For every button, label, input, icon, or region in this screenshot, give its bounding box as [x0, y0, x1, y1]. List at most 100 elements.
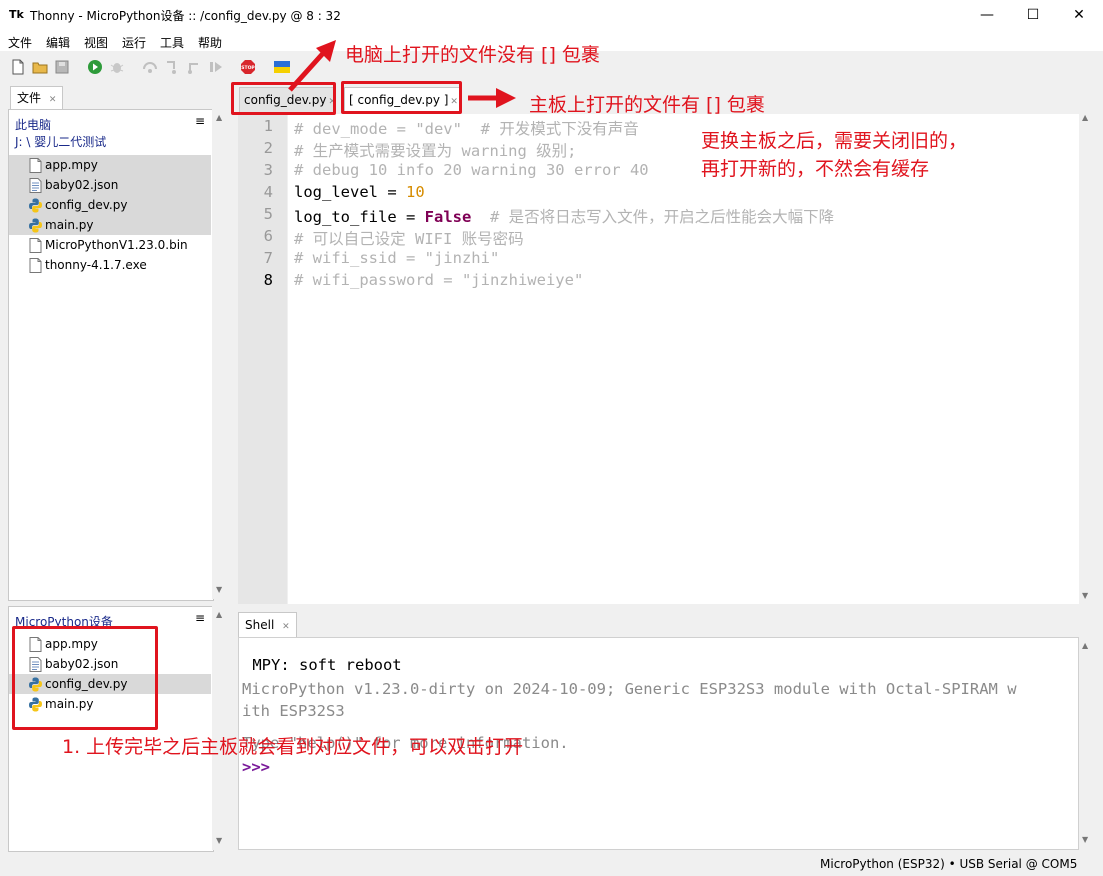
tab-files-label: 文件 [17, 91, 42, 105]
code-token: False [424, 208, 472, 226]
file-row[interactable]: MicroPythonV1.23.0.bin [9, 235, 211, 255]
menu-edit[interactable]: 编辑 [46, 34, 70, 51]
file-name: thonny-4.1.7.exe [45, 258, 147, 272]
file-row[interactable]: baby02.json [9, 175, 211, 195]
code-token: # 生产模式需要设置为 warning 级别; [294, 142, 577, 160]
code-line: log_to_file = False # 是否将日志写入文件，开启之后性能会大… [294, 205, 834, 227]
code-token: log_to_file = [294, 208, 425, 226]
scroll-up-icon[interactable]: ▲ [216, 113, 222, 122]
code-line: # wifi_ssid = "jinzhi" [294, 249, 499, 267]
menu-file[interactable]: 文件 [8, 34, 32, 51]
step-over-icon[interactable] [142, 59, 158, 75]
file-row[interactable]: thonny-4.1.7.exe [9, 255, 211, 275]
shell-scrollbar[interactable]: ▲ ▼ [1079, 637, 1095, 850]
panel-menu-icon[interactable]: ≡ [195, 611, 205, 625]
python-file-icon [29, 198, 42, 213]
scroll-down-icon[interactable]: ▼ [1082, 591, 1088, 600]
line-number: 3 [263, 161, 273, 179]
code-token: # dev_mode = "dev" # 开发模式下没有声音 [294, 120, 639, 138]
tab-shell[interactable]: Shell ✕ [238, 612, 297, 637]
close-button[interactable]: ✕ [1056, 0, 1102, 31]
shell-output-line: MicroPython v1.23.0-dirty on 2024-10-09;… [242, 680, 1017, 698]
title-bar: Tk Thonny - MicroPython设备 :: /config_dev… [0, 0, 1103, 31]
json-file-icon [29, 178, 42, 193]
code-token: # wifi_password = "jinzhiweiye" [294, 271, 584, 289]
file-row[interactable]: config_dev.py [9, 195, 211, 215]
shell-prompt: >>> [242, 758, 270, 776]
file-icon [29, 258, 42, 273]
tab-files[interactable]: 文件 ✕ [10, 86, 64, 109]
editor-scrollbar[interactable]: ▲ ▼ [1079, 109, 1095, 604]
open-folder-icon[interactable] [32, 59, 48, 75]
file-icon [29, 238, 42, 253]
scroll-down-icon[interactable]: ▼ [1082, 835, 1088, 844]
line-number: 8 [263, 271, 273, 289]
local-path-breadcrumb[interactable]: J: \ 婴儿二代测试 [15, 133, 106, 150]
menu-tools[interactable]: 工具 [160, 34, 184, 51]
code-line: # dev_mode = "dev" # 开发模式下没有声音 [294, 117, 639, 139]
annotation-board-note: 主板上打开的文件有 [] 包裹 [529, 94, 765, 116]
annotation-box-device-tab [341, 81, 462, 114]
scroll-down-icon[interactable]: ▼ [216, 836, 222, 845]
maximize-button[interactable]: ☐ [1010, 0, 1056, 31]
step-out-icon[interactable] [186, 59, 202, 75]
resume-icon[interactable] [208, 59, 224, 75]
interpreter-status[interactable]: MicroPython (ESP32) • USB Serial @ COM5 [820, 857, 1077, 871]
line-number: 2 [263, 139, 273, 157]
close-tab-icon[interactable]: ✕ [49, 95, 57, 105]
code-line: log_level = 10 [294, 183, 425, 201]
python-file-icon [29, 218, 42, 233]
file-name: baby02.json [45, 178, 119, 192]
svg-text:STOP: STOP [241, 65, 255, 71]
step-into-icon[interactable] [164, 59, 180, 75]
local-location-link[interactable]: 此电脑 [15, 116, 51, 133]
scroll-up-icon[interactable]: ▲ [1082, 113, 1088, 122]
save-icon[interactable] [54, 59, 70, 75]
annotation-upload-note: 1. 上传完毕之后主板就会看到对应文件，可以双击打开 [62, 736, 524, 758]
code-line: # wifi_password = "jinzhiweiye" [294, 271, 583, 289]
local-file-browser: 此电脑 ≡ J: \ 婴儿二代测试 app.mpy baby02.json conf… [8, 109, 214, 601]
status-bar: MicroPython (ESP32) • USB Serial @ COM5 [0, 852, 1103, 876]
local-scrollbar[interactable]: ▲ ▼ [212, 109, 230, 599]
minimize-button[interactable]: — [964, 0, 1010, 31]
new-file-icon[interactable] [10, 59, 26, 75]
file-row[interactable]: main.py [9, 215, 211, 235]
window-title: Thonny - MicroPython设备 :: /config_dev.py… [30, 9, 341, 23]
file-name: main.py [45, 218, 94, 232]
run-icon[interactable] [87, 59, 103, 75]
file-icon [29, 158, 42, 173]
line-number-gutter: 1 2 3 4 5 6 7 8 [238, 114, 287, 604]
files-tabbar: 文件 ✕ [8, 86, 230, 109]
annotation-box-device-files [12, 626, 158, 730]
code-token: # wifi_ssid = "jinzhi" [294, 249, 500, 267]
debug-icon[interactable] [109, 59, 125, 75]
annotation-switch-note-1: 更换主板之后，需要关闭旧的， [701, 130, 968, 152]
close-tab-icon[interactable]: ✕ [282, 622, 290, 632]
code-token: # debug 10 info 20 warning 30 error 40 [294, 161, 649, 179]
code-line: # debug 10 info 20 warning 30 error 40 [294, 161, 649, 179]
code-token: log_level = [294, 183, 406, 201]
shell-output-line: ith ESP32S3 [242, 702, 345, 720]
menu-help[interactable]: 帮助 [198, 34, 222, 51]
panel-menu-icon[interactable]: ≡ [195, 114, 205, 128]
file-name: MicroPythonV1.23.0.bin [45, 238, 188, 252]
menu-run[interactable]: 运行 [122, 34, 146, 51]
line-number: 1 [263, 117, 273, 135]
scroll-up-icon[interactable]: ▲ [1082, 641, 1088, 650]
code-editor[interactable]: # dev_mode = "dev" # 开发模式下没有声音 # 生产模式需要设置… [288, 114, 1079, 604]
scroll-down-icon[interactable]: ▼ [216, 585, 222, 594]
annotation-arrow-icon [288, 40, 336, 92]
shell-output-line: MPY: soft reboot [243, 656, 402, 674]
line-number: 7 [263, 249, 273, 267]
stop-icon[interactable]: STOP [240, 59, 256, 75]
scroll-up-icon[interactable]: ▲ [216, 610, 222, 619]
line-number: 6 [263, 227, 273, 245]
line-number: 5 [263, 205, 273, 223]
thonny-logo-icon: Tk [9, 8, 24, 21]
code-line: # 可以自己设定 WIFI 账号密码 [294, 227, 524, 249]
annotation-arrow-icon [468, 88, 516, 108]
menu-view[interactable]: 视图 [84, 34, 108, 51]
file-row[interactable]: app.mpy [9, 155, 211, 175]
code-token: 10 [405, 183, 425, 201]
device-scrollbar[interactable]: ▲ ▼ [212, 606, 230, 850]
